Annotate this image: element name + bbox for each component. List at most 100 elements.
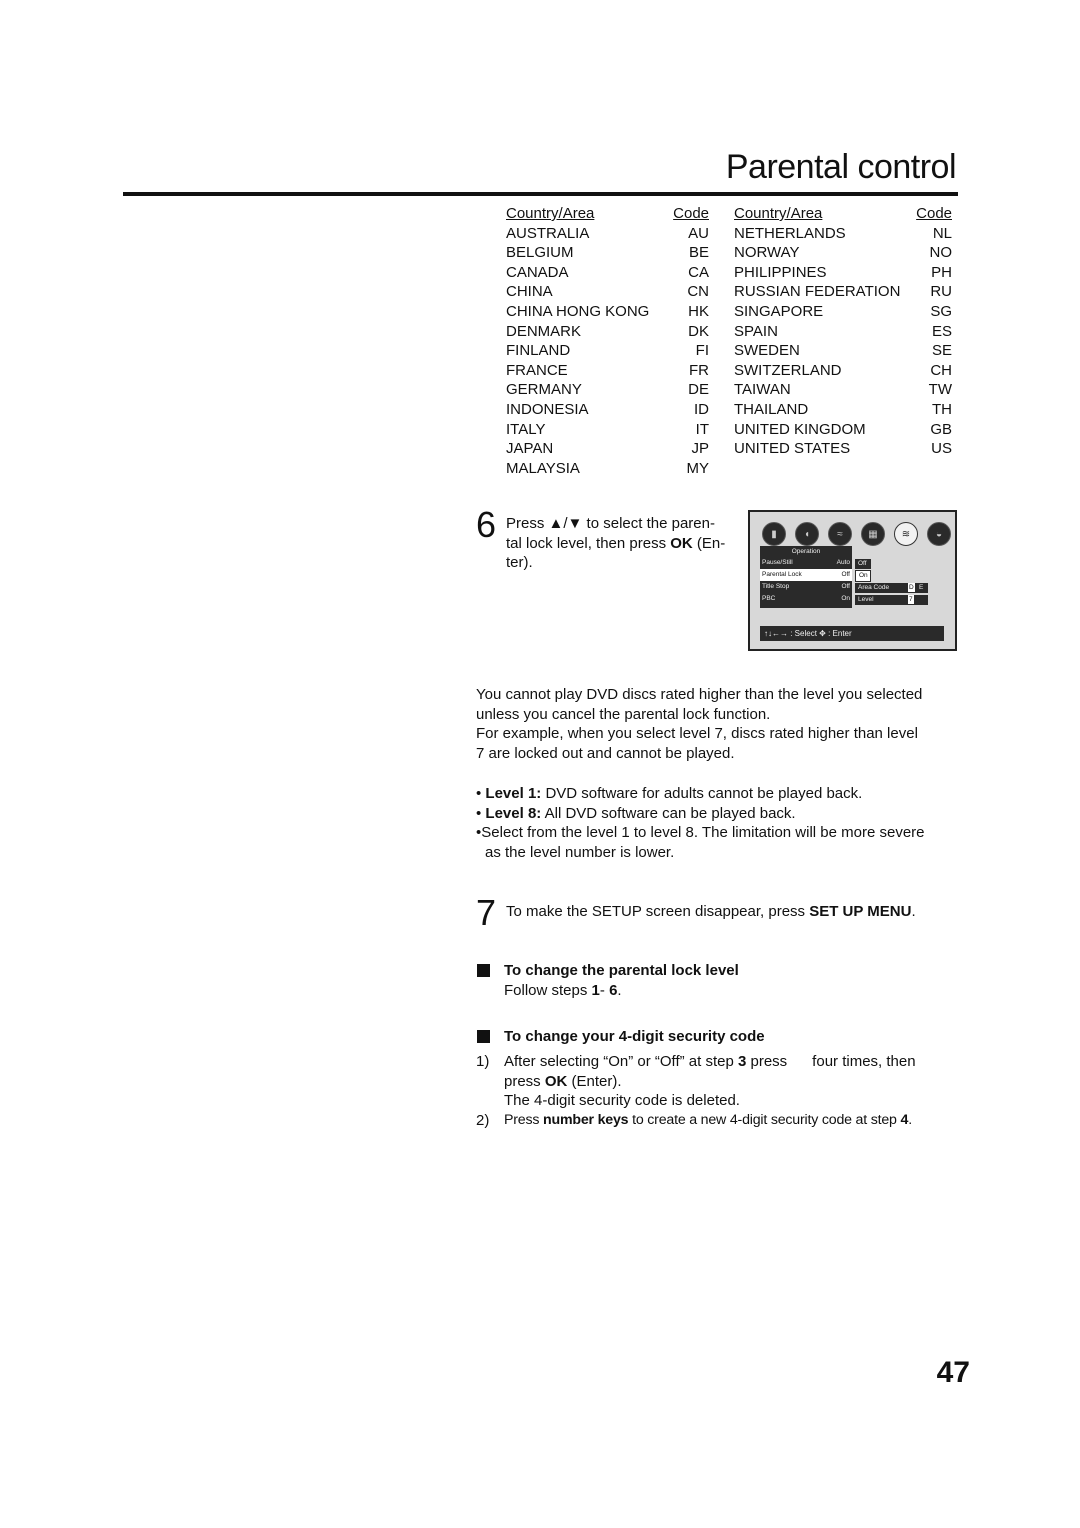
table-row: JAPAN JP: [506, 439, 709, 459]
country-code: CH: [930, 361, 952, 379]
country-code: IT: [695, 420, 709, 438]
select-hint: : Select: [790, 629, 817, 638]
row-value: Off: [841, 571, 850, 578]
area-code-char-1: D: [908, 583, 915, 592]
area-code-char-2: E: [916, 583, 925, 593]
language-icon: ≈: [828, 522, 852, 546]
row-label: PBC: [762, 595, 776, 602]
enter-pad-icon: ✥: [819, 629, 826, 638]
osd-footer: ↑↓←→ : Select ✥ : Enter: [760, 626, 944, 641]
country-name: NORWAY: [734, 244, 800, 262]
bullet-level-8: • Level 8: All DVD software can be playe…: [476, 804, 796, 822]
list-number: 2): [476, 1112, 490, 1129]
table-row: BELGIUM BE: [506, 243, 709, 263]
country-code: SG: [930, 302, 952, 320]
option-off: Off: [855, 559, 871, 569]
table-row: MALAYSIA MY: [506, 459, 709, 479]
country-name: GERMANY: [506, 381, 582, 399]
bullet-label: Level 1:: [485, 785, 542, 802]
table-row: SINGAPORE SG: [734, 302, 952, 322]
country-name: FRANCE: [506, 361, 568, 379]
step-ref: 1: [591, 981, 600, 999]
text-run: Press: [504, 1112, 544, 1128]
country-code-table-right: Country/Area Code NETHERLANDS NL NORWAY NO P…: [734, 204, 952, 459]
text-run: .: [617, 981, 622, 999]
section-body: Follow steps 1- 6.: [504, 981, 964, 1001]
country-name: RUSSIAN FEDERATION: [734, 283, 901, 301]
list-number: 1): [476, 1053, 490, 1070]
table-row: NORWAY NO: [734, 243, 952, 263]
bullet-text: as the level number is lower.: [485, 843, 675, 861]
country-code: RU: [930, 283, 952, 301]
country-code: MY: [686, 459, 710, 477]
country-name: JAPAN: [506, 440, 554, 458]
country-code: CN: [687, 283, 709, 301]
country-name: MALAYSIA: [506, 459, 580, 477]
text-run: press four times, then: [746, 1053, 916, 1070]
country-code: JP: [691, 440, 709, 458]
table-row: UNITED STATES US: [734, 439, 952, 459]
row-value: Off: [841, 583, 850, 590]
text-run: .: [908, 1112, 912, 1128]
column-header-code: Code: [916, 205, 952, 222]
table-row: CANADA CA: [506, 263, 709, 283]
list-item-2: Press number keys to create a new 4-digi…: [504, 1111, 974, 1131]
table-row: PHILIPPINES PH: [734, 263, 952, 283]
text-run: (En-: [692, 534, 726, 552]
menu-row-parental-lock: Parental Lock Off: [760, 569, 852, 581]
column-header-country: Country/Area: [506, 205, 595, 222]
country-code: FR: [689, 361, 709, 379]
country-code: NO: [929, 244, 953, 262]
country-name: CHINA: [506, 283, 553, 301]
level-value: 7: [908, 595, 914, 604]
text-run: press: [504, 1072, 545, 1090]
option-on: On: [855, 570, 871, 582]
country-name: TAIWAN: [734, 381, 791, 399]
disc-icon: ◒: [927, 522, 951, 546]
country-code: PH: [931, 263, 952, 281]
text-run: The 4-digit security code is deleted.: [504, 1092, 740, 1110]
table-row: INDONESIA ID: [506, 400, 709, 420]
country-code: GB: [930, 420, 952, 438]
step-7-number: 7: [476, 892, 497, 933]
section-heading: To change your 4-digit security code: [504, 1028, 765, 1045]
display-icon: ▦: [861, 522, 885, 546]
title-divider: [123, 192, 958, 196]
country-name: CANADA: [506, 263, 569, 281]
text-run: .: [911, 903, 916, 920]
country-code: NL: [932, 224, 952, 242]
section-bullet-square: [477, 1030, 490, 1043]
bullet-select-range: •Select from the level 1 to level 8. The…: [476, 824, 925, 842]
table-row: SWEDEN SE: [734, 341, 952, 361]
text-line: For example, when you select level 7, di…: [476, 725, 918, 743]
menu-row-pbc: PBC On: [760, 593, 852, 605]
text-run: Follow steps: [504, 981, 592, 999]
table-row: THAILAND TH: [734, 400, 952, 420]
row-label: Title Stop: [762, 583, 790, 590]
country-name: UNITED KINGDOM: [734, 420, 866, 438]
picture-icon: ▮: [762, 522, 786, 546]
column-header-code: Code: [673, 205, 709, 222]
text-run: ter).: [506, 554, 533, 572]
number-keys-label: number keys: [543, 1112, 629, 1128]
text-run: (Enter).: [567, 1072, 622, 1090]
country-code: HK: [688, 302, 709, 320]
table-header: Country/Area Code: [734, 204, 952, 224]
row-label: Pause/Still: [762, 559, 793, 566]
country-name: INDONESIA: [506, 400, 589, 418]
country-code: TH: [932, 400, 952, 418]
country-code: ES: [931, 322, 952, 340]
audio-icon: ◖: [795, 522, 819, 546]
section-bullet-square: [477, 964, 490, 977]
enter-hint: : Enter: [828, 629, 852, 638]
list-item-1: After selecting “On” or “Off” at step 3 …: [504, 1052, 964, 1111]
country-name: SWITZERLAND: [734, 361, 842, 379]
country-code: DE: [688, 381, 709, 399]
bullet-text: DVD software for adults cannot be played…: [541, 785, 863, 802]
table-row: CHINA HONG KONG HK: [506, 302, 709, 322]
text-line: You cannot play DVD discs rated higher t…: [476, 686, 923, 703]
table-row: AUSTRALIA AU: [506, 224, 709, 244]
arrow-keys-icon: ↑↓←→: [764, 629, 788, 638]
menu-title: Operation: [791, 548, 821, 555]
level-label: Level: [855, 595, 928, 605]
